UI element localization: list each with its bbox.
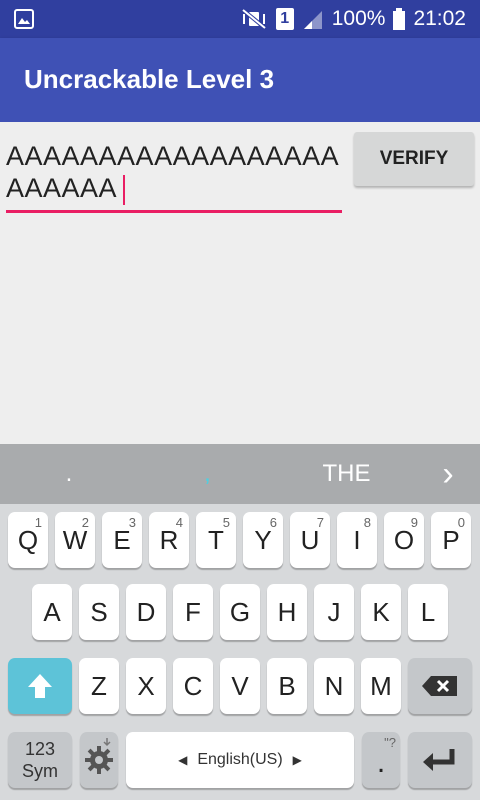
key-l[interactable]: L [408,584,448,640]
image-notification-icon [14,9,34,29]
secret-input[interactable]: AAAAAAAAAAAAAAAAAAAAAAAA [6,140,342,216]
key-b-label: B [278,670,296,701]
key-q[interactable]: Q1 [8,512,48,568]
sim-indicator: 1 [275,8,294,30]
app-bar: Uncrackable Level 3 [0,38,480,122]
key-w-hint: 2 [81,515,89,530]
vibrate-mute-icon [241,8,266,30]
key-c[interactable]: C [173,658,213,714]
symbols-label-1: 123 [24,739,56,759]
key-j-label: J [327,596,341,627]
period-label: . [376,746,386,779]
period-hint: "? [384,735,396,750]
language-left-icon: ◀ [178,753,188,767]
key-t-label: T [208,524,224,555]
symbols-key[interactable]: 123 Sym [8,732,72,788]
key-u[interactable]: U7 [290,512,330,568]
key-r-hint: 4 [175,515,183,530]
mic-hint-icon [103,738,111,747]
enter-return-icon [423,749,455,771]
key-y-hint: 6 [269,515,277,530]
main-content: AAAAAAAAAAAAAAAAAAAAAAAA VERIFY [0,122,480,444]
key-v-label: V [231,670,249,701]
key-p[interactable]: P0 [431,512,471,568]
battery-percent: 100% [331,7,386,30]
text-cursor [123,174,126,205]
key-d-label: D [136,596,156,627]
key-h[interactable]: H [267,584,307,640]
key-u-hint: 7 [316,515,324,530]
key-m-label: M [370,670,392,701]
key-w[interactable]: W2 [55,512,95,568]
verify-button[interactable]: VERIFY [354,132,474,186]
key-o[interactable]: O9 [384,512,424,568]
app-title: Uncrackable Level 3 [24,64,275,94]
key-x-label: X [137,670,155,701]
key-z[interactable]: Z [79,658,119,714]
key-q-hint: 1 [34,515,42,530]
backspace-icon [422,676,457,696]
key-g-label: G [229,596,251,627]
space-key[interactable]: ◀ English(US) ▶ [126,732,354,788]
key-i-hint: 8 [363,515,371,530]
key-c-label: C [183,670,203,701]
status-right: 1 100% 21:02 [240,0,466,38]
key-a[interactable]: A [32,584,72,640]
key-x[interactable]: X [126,658,166,714]
key-l-label: L [420,596,436,627]
key-p-hint: 0 [457,515,465,530]
language-right-icon: ▶ [292,753,302,767]
key-t-hint: 5 [222,515,230,530]
key-t[interactable]: T5 [196,512,236,568]
shift-arrow-icon [28,674,52,698]
key-h-label: H [277,596,297,627]
key-s[interactable]: S [79,584,119,640]
key-r[interactable]: R4 [149,512,189,568]
input-value: AAAAAAAAAAAAAAAAAAAAAAAA [6,141,340,203]
suggestion-period[interactable]: . [0,460,138,488]
input-underline [6,210,342,213]
suggestion-bar: . , THE › [0,444,480,504]
key-m[interactable]: M [361,658,401,714]
signal-icon [303,11,322,29]
status-bar: 1 100% 21:02 [0,0,480,38]
period-key[interactable]: "? . [362,732,400,788]
key-n-label: N [324,670,344,701]
key-j[interactable]: J [314,584,354,640]
key-d[interactable]: D [126,584,166,640]
key-f-label: F [185,596,201,627]
space-label: English(US) [197,751,283,768]
key-i-label: I [353,524,361,555]
key-o-hint: 9 [410,515,418,530]
suggestion-comma[interactable]: , [138,460,277,488]
battery-icon [393,8,406,30]
keyboard: 123 Sym ◀ English(US) ▶ "? . Q 1 W 2 E 3… [0,504,480,800]
key-s-label: S [90,596,108,627]
backspace-key[interactable] [408,658,472,714]
key-b[interactable]: B [267,658,307,714]
key-n[interactable]: N [314,658,354,714]
key-k[interactable]: K [361,584,401,640]
settings-key[interactable] [80,732,118,788]
key-k-label: K [372,596,390,627]
key-v[interactable]: V [220,658,260,714]
gear-icon [85,746,113,774]
suggestion-expand[interactable]: › [416,455,480,494]
key-y[interactable]: Y6 [243,512,283,568]
shift-key[interactable] [8,658,72,714]
enter-key[interactable] [408,732,472,788]
key-a-label: A [43,596,61,627]
clock: 21:02 [413,7,466,30]
key-e[interactable]: E3 [102,512,142,568]
key-i[interactable]: I8 [337,512,377,568]
key-e-hint: 3 [128,515,136,530]
key-f[interactable]: F [173,584,213,640]
symbols-label-2: Sym [22,761,58,781]
key-g[interactable]: G [220,584,260,640]
key-z-label: Z [91,670,107,701]
suggestion-the[interactable]: THE [277,460,416,488]
